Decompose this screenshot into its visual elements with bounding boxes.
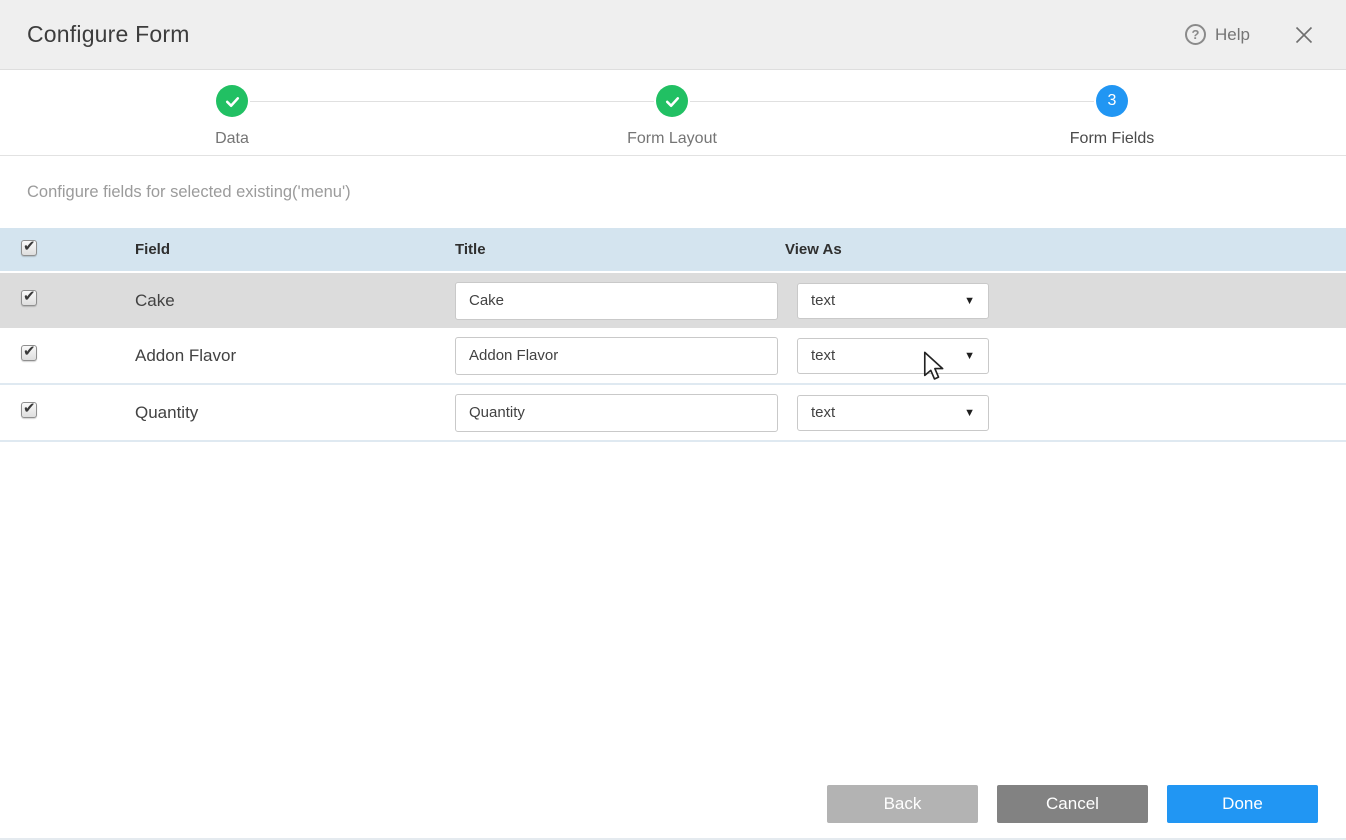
fields-table: Field Title View As Cake text ▼ Addon Fl… <box>0 228 1346 442</box>
table-row[interactable]: Addon Flavor text ▼ <box>0 328 1346 385</box>
dropdown-arrow-icon: ▼ <box>964 407 975 419</box>
dialog-header: Configure Form ? Help <box>0 0 1346 70</box>
close-icon[interactable] <box>1292 23 1316 47</box>
row-checkbox[interactable] <box>21 345 37 361</box>
row-checkbox-cell <box>0 402 135 423</box>
view-as-select[interactable]: text ▼ <box>797 395 989 431</box>
cancel-button[interactable]: Cancel <box>997 785 1148 823</box>
dropdown-arrow-icon: ▼ <box>964 295 975 307</box>
help-button[interactable]: ? Help <box>1185 24 1250 45</box>
step-form-layout-label: Form Layout <box>627 130 717 148</box>
table-header-row: Field Title View As <box>0 228 1346 271</box>
view-as-value: text <box>811 404 835 421</box>
column-header-view-as: View As <box>785 241 842 258</box>
check-icon <box>664 93 681 110</box>
column-header-field: Field <box>135 241 455 258</box>
field-name: Addon Flavor <box>135 346 236 365</box>
step-form-fields-label: Form Fields <box>1070 130 1154 148</box>
view-as-select[interactable]: text ▼ <box>797 338 989 374</box>
table-body: Cake text ▼ Addon Flavor text ▼ <box>0 271 1346 442</box>
subtitle-text: Configure fields for selected existing('… <box>27 183 351 202</box>
step-data: Data <box>132 85 332 148</box>
field-name: Cake <box>135 291 175 310</box>
back-button[interactable]: Back <box>827 785 978 823</box>
row-checkbox-cell <box>0 345 135 366</box>
view-as-cell: text ▼ <box>797 338 1346 374</box>
dialog-title: Configure Form <box>27 21 190 48</box>
row-checkbox-cell <box>0 290 135 311</box>
step-data-label: Data <box>215 130 249 148</box>
step-form-fields-active-indicator[interactable]: 3 <box>1096 85 1128 117</box>
help-icon-glyph: ? <box>1192 27 1200 42</box>
field-cell: Addon Flavor <box>135 346 455 366</box>
view-as-cell: text ▼ <box>797 395 1346 431</box>
field-cell: Quantity <box>135 403 455 423</box>
header-actions: ? Help <box>1185 23 1316 47</box>
dialog-footer: Back Cancel Done <box>0 770 1346 840</box>
step-number: 3 <box>1108 92 1117 110</box>
subtitle-bar: Configure fields for selected existing('… <box>0 156 1346 228</box>
table-row[interactable]: Quantity text ▼ <box>0 385 1346 442</box>
table-row[interactable]: Cake text ▼ <box>0 271 1346 328</box>
check-icon <box>224 93 241 110</box>
row-checkbox[interactable] <box>21 402 37 418</box>
dropdown-arrow-icon: ▼ <box>964 350 975 362</box>
view-as-cell: text ▼ <box>797 283 1346 319</box>
help-label: Help <box>1215 25 1250 45</box>
select-all-checkbox[interactable] <box>21 240 37 256</box>
field-cell: Cake <box>135 291 455 311</box>
title-input[interactable] <box>455 394 778 432</box>
field-name: Quantity <box>135 403 198 422</box>
help-icon: ? <box>1185 24 1206 45</box>
done-button[interactable]: Done <box>1167 785 1318 823</box>
view-as-value: text <box>811 347 835 364</box>
title-cell <box>455 337 797 375</box>
step-form-fields: 3 Form Fields <box>1012 85 1212 148</box>
title-input[interactable] <box>455 282 778 320</box>
configure-form-dialog: Configure Form ? Help <box>0 0 1346 442</box>
title-cell <box>455 282 797 320</box>
view-as-select[interactable]: text ▼ <box>797 283 989 319</box>
step-form-layout: Form Layout <box>572 85 772 148</box>
step-form-layout-complete-indicator[interactable] <box>656 85 688 117</box>
column-header-title: Title <box>455 241 797 258</box>
select-all-cell <box>0 240 135 260</box>
view-as-value: text <box>811 292 835 309</box>
title-input[interactable] <box>455 337 778 375</box>
row-checkbox[interactable] <box>21 290 37 306</box>
stepper: Data Form Layout 3 Form Fields <box>0 70 1346 156</box>
step-data-complete-indicator[interactable] <box>216 85 248 117</box>
title-cell <box>455 394 797 432</box>
